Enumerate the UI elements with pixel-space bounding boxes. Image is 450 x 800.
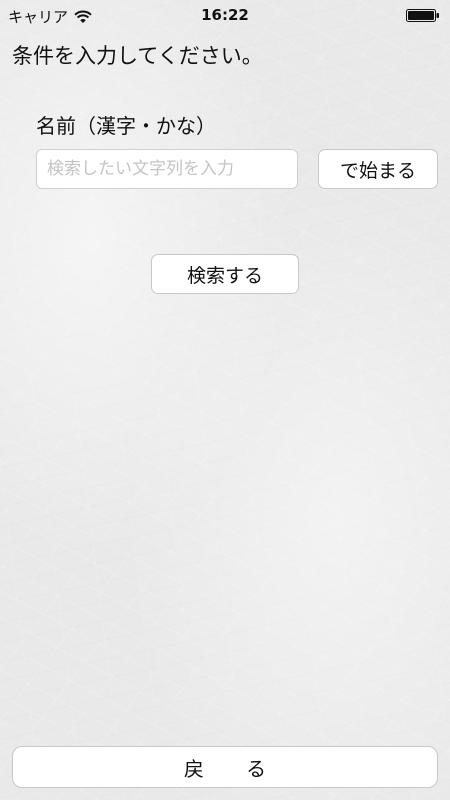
name-field-label: 名前（漢字・かな） [36, 114, 216, 138]
status-bar: キャリア 16:22 [0, 0, 450, 30]
status-time: 16:22 [201, 6, 249, 24]
match-mode-button[interactable]: で始まる [318, 149, 438, 189]
battery-icon [406, 9, 439, 22]
search-button[interactable]: 検索する [151, 254, 299, 294]
back-button[interactable]: 戻 る [12, 746, 438, 788]
name-search-input[interactable] [36, 149, 298, 189]
page-title: 条件を入力してください。 [12, 44, 263, 68]
